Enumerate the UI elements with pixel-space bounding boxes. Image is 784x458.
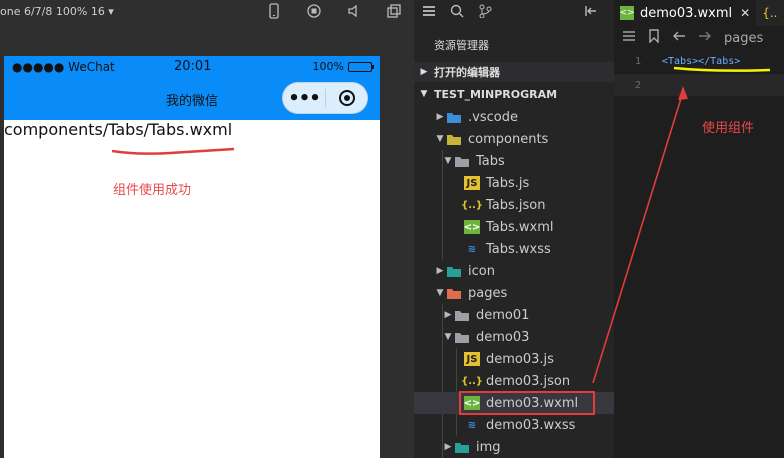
- code-editor: <> demo03.wxml ✕ {.. pages 1 <Tabs></Tab…: [614, 0, 784, 458]
- tree-item-img[interactable]: ▶ img: [414, 436, 614, 458]
- wxss-file-icon: ≋: [467, 243, 477, 255]
- red-underline-annotation: [111, 147, 235, 155]
- json-file-icon[interactable]: {..: [756, 0, 777, 26]
- tree-item-demo03-json[interactable]: {..} demo03.json: [414, 370, 614, 392]
- js-file-icon: JS: [464, 352, 480, 366]
- json-file-icon: {..}: [461, 375, 483, 387]
- tree-item-tabs-wxml[interactable]: <> Tabs.wxml: [414, 216, 614, 238]
- success-annotation: 组件使用成功: [113, 183, 192, 198]
- battery-icon: [348, 61, 374, 72]
- wxml-file-icon: <>: [619, 6, 635, 20]
- tree-item-tabs-json[interactable]: {..} Tabs.json: [414, 194, 614, 216]
- explorer-toolbar: [414, 0, 614, 26]
- tree-item-demo01[interactable]: ▶ demo01: [414, 304, 614, 326]
- explorer-title: 资源管理器: [434, 39, 489, 52]
- component-output-text: components/Tabs/Tabs.wxml: [4, 120, 233, 139]
- components-folder-icon: [446, 132, 462, 146]
- source-control-icon[interactable]: [478, 4, 492, 22]
- battery-indicator: 100%: [312, 60, 374, 73]
- tree-item-tabs-wxss[interactable]: ≋ Tabs.wxss: [414, 238, 614, 260]
- status-bar: ●●●●● WeChat 20:01 100%: [4, 56, 380, 78]
- tab-demo03-wxml[interactable]: <> demo03.wxml ✕: [614, 0, 757, 26]
- phone-screen: ●●●●● WeChat 20:01 100% 我的微信 ••• compone…: [4, 56, 380, 458]
- back-arrow-icon[interactable]: [672, 30, 686, 46]
- simulator-toolbar: one 6/7/8 100% 16 ▾: [0, 0, 414, 24]
- wxml-file-icon: <>: [463, 220, 481, 234]
- close-target-icon[interactable]: [326, 89, 367, 107]
- menu-capsule: •••: [282, 82, 368, 114]
- json-file-icon: {..}: [461, 199, 483, 211]
- devtools-window: one 6/7/8 100% 16 ▾ ●●●●● WeChat 20:01 1…: [0, 0, 784, 458]
- navigation-bar: 我的微信 •••: [4, 78, 380, 120]
- project-section[interactable]: ▼ TEST_MINPROGRAM: [414, 84, 614, 104]
- volume-icon[interactable]: [346, 3, 362, 19]
- tree-item-pages[interactable]: ▼ pages: [414, 282, 614, 304]
- pages-folder-icon: [446, 286, 462, 300]
- device-selector[interactable]: one 6/7/8 100% 16 ▾: [0, 5, 114, 18]
- folder-icon: [454, 308, 470, 322]
- clock-label: 20:01: [174, 59, 212, 74]
- more-icon[interactable]: •••: [283, 88, 325, 109]
- chevron-right-icon: ▶: [420, 67, 428, 77]
- editor-tabbar: <> demo03.wxml ✕ {..: [614, 0, 784, 26]
- line-number: 2: [634, 79, 642, 91]
- tree-item-demo03[interactable]: ▼ demo03: [414, 326, 614, 348]
- js-file-icon: JS: [464, 176, 480, 190]
- tree-item-tabs-js[interactable]: JS Tabs.js: [414, 172, 614, 194]
- detach-icon[interactable]: [386, 3, 402, 19]
- editor-toolbar: pages: [614, 26, 784, 50]
- folder-open-icon: [454, 330, 470, 344]
- tree-item-icon[interactable]: ▶ icon: [414, 260, 614, 282]
- tab-label: demo03.wxml: [640, 5, 733, 21]
- line-number: 1: [634, 55, 642, 67]
- collapse-panel-icon[interactable]: [584, 4, 598, 22]
- bookmark-icon[interactable]: [648, 29, 660, 47]
- code-line[interactable]: 2: [614, 74, 784, 96]
- stop-icon[interactable]: [306, 3, 322, 19]
- code-text: <Tabs></Tabs>: [662, 55, 741, 67]
- search-icon[interactable]: [450, 4, 464, 22]
- folder-open-icon: [454, 154, 470, 168]
- simulator-panel: one 6/7/8 100% 16 ▾ ●●●●● WeChat 20:01 1…: [0, 0, 414, 458]
- file-explorer: 资源管理器 ▶ 打开的编辑器 ▼ TEST_MINPROGRAM ▶ .vsco…: [414, 0, 614, 458]
- phone-icon[interactable]: [266, 3, 282, 19]
- tree-item-demo03-wxss[interactable]: ≋ demo03.wxss: [414, 414, 614, 436]
- tree-item-vscode[interactable]: ▶ .vscode: [414, 106, 614, 128]
- icon-folder-icon: [446, 264, 462, 278]
- red-highlight-box: [459, 391, 595, 415]
- img-folder-icon: [454, 440, 470, 454]
- code-line[interactable]: 1 <Tabs></Tabs>: [614, 50, 784, 72]
- close-icon[interactable]: ✕: [740, 6, 750, 20]
- use-component-annotation: 使用组件: [702, 121, 755, 136]
- tree-item-tabs[interactable]: ▼ Tabs: [414, 150, 614, 172]
- chevron-down-icon: ▼: [420, 89, 428, 99]
- wxss-file-icon: ≋: [467, 419, 477, 431]
- open-editors-section[interactable]: ▶ 打开的编辑器: [414, 62, 614, 82]
- files-icon[interactable]: [422, 4, 436, 22]
- vscode-folder-icon: [446, 110, 462, 124]
- forward-arrow-icon[interactable]: [698, 30, 712, 46]
- breadcrumb[interactable]: pages: [724, 31, 763, 46]
- tree-item-components[interactable]: ▼ components: [414, 128, 614, 150]
- battery-percent: 100%: [312, 60, 344, 73]
- list-icon[interactable]: [622, 30, 636, 46]
- carrier-label: ●●●●● WeChat: [12, 60, 115, 74]
- tree-item-demo03-js[interactable]: JS demo03.js: [414, 348, 614, 370]
